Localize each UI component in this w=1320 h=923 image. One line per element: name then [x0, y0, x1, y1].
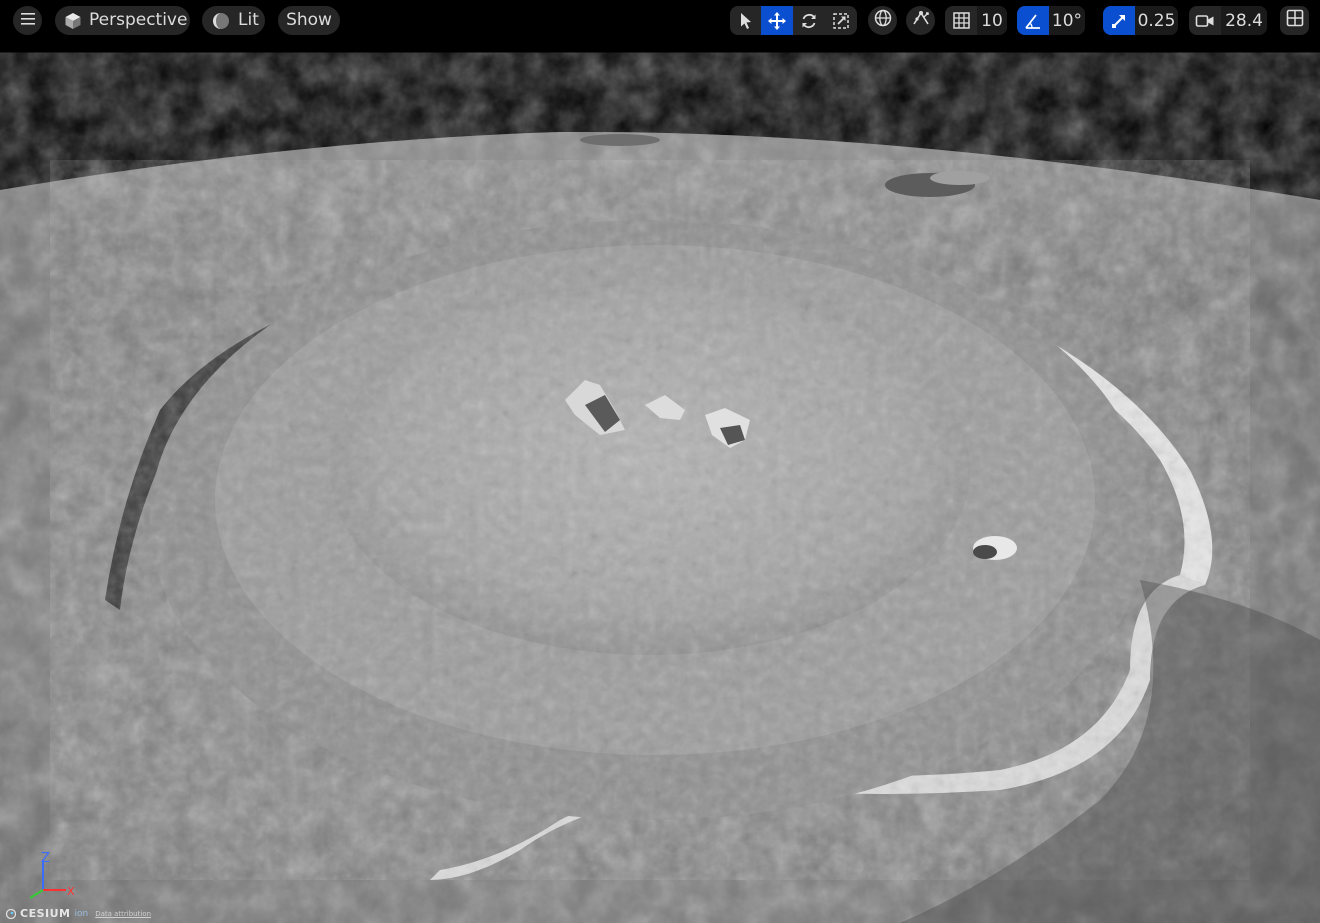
translate-mode-button[interactable] [761, 6, 793, 35]
show-flags-button[interactable]: Show [278, 6, 340, 35]
layout-grid-icon [1286, 9, 1304, 32]
axis-x-label: X [67, 885, 75, 898]
axis-z-label: Z [41, 851, 50, 866]
cube-icon [64, 12, 82, 30]
select-mode-button[interactable] [730, 6, 761, 35]
lighting-mode-button[interactable]: Lit [202, 6, 265, 35]
view-mode-button[interactable]: Perspective [55, 6, 190, 35]
scale-expand-icon [832, 12, 850, 30]
cesium-logo-icon [5, 904, 17, 923]
scale-snap-value[interactable]: 0.25 [1135, 6, 1178, 35]
cesium-credits: CESIUM ion Data attribution [5, 904, 151, 923]
scale-snap-toggle[interactable] [1103, 6, 1135, 35]
globe-icon [874, 9, 892, 32]
rotation-snap-value[interactable]: 10° [1049, 6, 1085, 35]
coordinate-space-button[interactable] [868, 6, 897, 35]
rotation-snap-toggle[interactable] [1017, 6, 1049, 35]
scale-snap-group: 0.25 [1103, 6, 1178, 35]
cesium-logo-suffix: ion [74, 908, 89, 919]
scale-mode-button[interactable] [825, 6, 857, 35]
viewport-menu-button[interactable] [13, 6, 42, 35]
viewport-scene[interactable] [0, 0, 1320, 923]
lighting-mode-label: Lit [238, 10, 259, 30]
data-attribution-link[interactable]: Data attribution [95, 910, 151, 918]
lunar-crater-render [0, 0, 1320, 923]
surface-snap-icon [911, 9, 931, 32]
camera-speed-value[interactable]: 28.4 [1221, 6, 1267, 35]
camera-speed-toggle[interactable] [1189, 6, 1221, 35]
cesium-logo-text: CESIUM [20, 907, 71, 920]
grid-snap-value[interactable]: 10 [977, 6, 1007, 35]
rotate-arrows-icon [800, 12, 818, 30]
show-flags-label: Show [286, 10, 332, 30]
scale-snap-icon [1110, 12, 1128, 30]
grid-snap-group: 10 [945, 6, 1007, 35]
video-camera-icon [1195, 13, 1215, 29]
surface-snapping-button[interactable] [906, 6, 935, 35]
rotate-mode-button[interactable] [793, 6, 825, 35]
camera-speed-group: 28.4 [1189, 6, 1267, 35]
transform-tools-group [730, 6, 857, 35]
angle-icon [1024, 12, 1042, 30]
move-arrows-icon [767, 11, 787, 31]
axis-gizmo: Z X [18, 850, 88, 900]
lit-sphere-icon [212, 12, 230, 30]
viewport-layout-button[interactable] [1280, 6, 1309, 35]
grid-snap-toggle[interactable] [945, 6, 977, 35]
view-mode-label: Perspective [89, 10, 188, 30]
grid-icon [952, 12, 970, 29]
hamburger-menu-icon [20, 11, 36, 31]
cursor-arrow-icon [738, 12, 754, 30]
rotation-snap-group: 10° [1017, 6, 1085, 35]
